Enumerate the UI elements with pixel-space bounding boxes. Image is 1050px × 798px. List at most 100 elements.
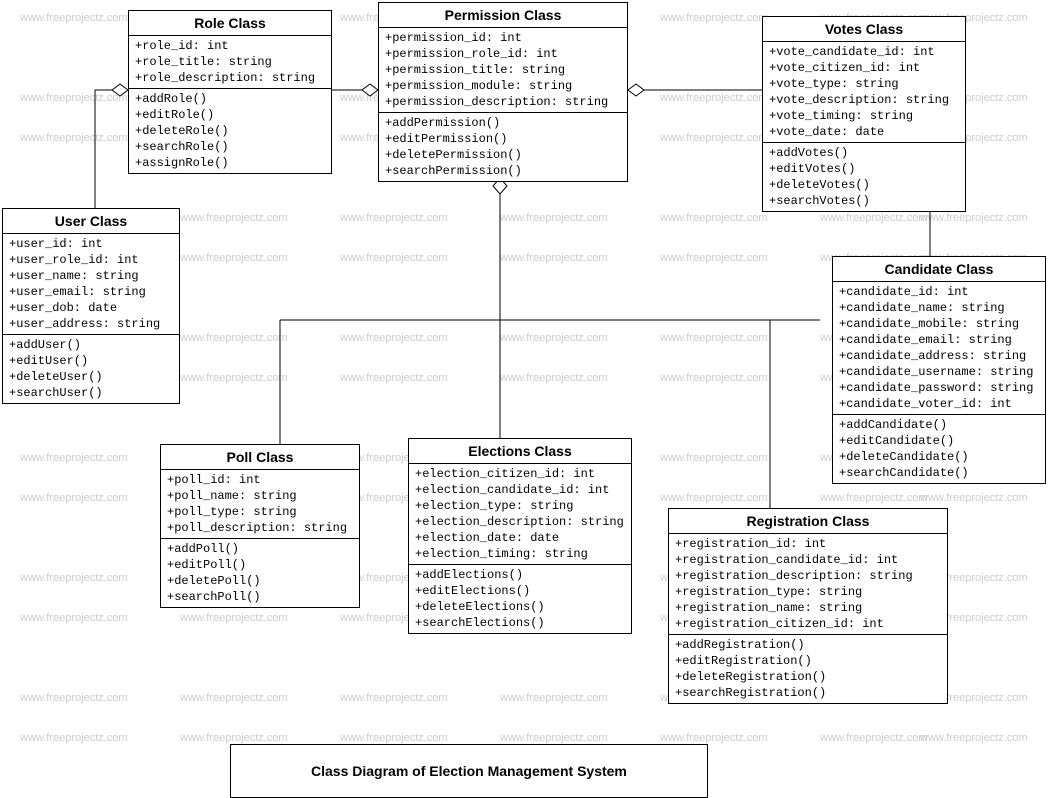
watermark-text: www.freeprojectz.com (820, 492, 928, 504)
class-member: +deletePoll() (167, 573, 353, 589)
class-member: +poll_id: int (167, 472, 353, 488)
watermark-text: www.freeprojectz.com (500, 252, 608, 264)
class-permission: Permission Class +permission_id: int+per… (378, 2, 628, 182)
class-member: +role_title: string (135, 54, 325, 70)
class-member: +user_email: string (9, 284, 173, 300)
watermark-text: www.freeprojectz.com (340, 252, 448, 264)
class-member: +registration_citizen_id: int (675, 616, 941, 632)
watermark-text: www.freeprojectz.com (660, 332, 768, 344)
class-member: +searchRole() (135, 139, 325, 155)
watermark-text: www.freeprojectz.com (20, 732, 128, 744)
diagram-title: Class Diagram of Election Management Sys… (230, 744, 708, 798)
class-member: +editVotes() (769, 161, 959, 177)
watermark-text: www.freeprojectz.com (20, 572, 128, 584)
watermark-text: www.freeprojectz.com (340, 692, 448, 704)
class-ops: +addRole()+editRole()+deleteRole()+searc… (129, 89, 331, 173)
class-member: +role_id: int (135, 38, 325, 54)
class-member: +permission_role_id: int (385, 46, 621, 62)
watermark-text: www.freeprojectz.com (660, 132, 768, 144)
class-registration: Registration Class +registration_id: int… (668, 508, 948, 704)
class-member: +deleteCandidate() (839, 449, 1039, 465)
class-member: +candidate_email: string (839, 332, 1039, 348)
class-member: +election_candidate_id: int (415, 482, 625, 498)
class-member: +vote_candidate_id: int (769, 44, 959, 60)
class-title: Permission Class (379, 3, 627, 28)
class-member: +searchVotes() (769, 193, 959, 209)
class-title: Registration Class (669, 509, 947, 534)
class-title: Elections Class (409, 439, 631, 464)
class-member: +searchRegistration() (675, 685, 941, 701)
class-title: Votes Class (763, 17, 965, 42)
class-member: +deleteRegistration() (675, 669, 941, 685)
class-member: +addPermission() (385, 115, 621, 131)
watermark-text: www.freeprojectz.com (920, 732, 1028, 744)
class-member: +permission_id: int (385, 30, 621, 46)
watermark-text: www.freeprojectz.com (180, 732, 288, 744)
class-member: +searchElections() (415, 615, 625, 631)
class-member: +user_address: string (9, 316, 173, 332)
class-title: User Class (3, 209, 179, 234)
class-member: +poll_name: string (167, 488, 353, 504)
class-member: +candidate_voter_id: int (839, 396, 1039, 412)
class-member: +editRole() (135, 107, 325, 123)
class-ops: +addRegistration()+editRegistration()+de… (669, 635, 947, 703)
class-poll: Poll Class +poll_id: int+poll_name: stri… (160, 444, 360, 608)
class-member: +vote_type: string (769, 76, 959, 92)
watermark-text: www.freeprojectz.com (660, 92, 768, 104)
class-title: Candidate Class (833, 257, 1045, 282)
class-member: +registration_candidate_id: int (675, 552, 941, 568)
class-title: Role Class (129, 11, 331, 36)
class-member: +editPermission() (385, 131, 621, 147)
class-ops: +addCandidate()+editCandidate()+deleteCa… (833, 415, 1045, 483)
class-member: +deleteVotes() (769, 177, 959, 193)
class-member: +candidate_name: string (839, 300, 1039, 316)
class-votes: Votes Class +vote_candidate_id: int+vote… (762, 16, 966, 212)
watermark-text: www.freeprojectz.com (180, 692, 288, 704)
watermark-text: www.freeprojectz.com (500, 372, 608, 384)
class-member: +editRegistration() (675, 653, 941, 669)
watermark-text: www.freeprojectz.com (340, 212, 448, 224)
class-member: +permission_module: string (385, 78, 621, 94)
class-member: +candidate_username: string (839, 364, 1039, 380)
class-member: +candidate_password: string (839, 380, 1039, 396)
class-member: +permission_title: string (385, 62, 621, 78)
class-member: +candidate_id: int (839, 284, 1039, 300)
class-member: +election_timing: string (415, 546, 625, 562)
class-member: +registration_name: string (675, 600, 941, 616)
class-attrs: +election_citizen_id: int+election_candi… (409, 464, 631, 565)
watermark-text: www.freeprojectz.com (820, 732, 928, 744)
watermark-text: www.freeprojectz.com (20, 12, 128, 24)
watermark-text: www.freeprojectz.com (500, 332, 608, 344)
watermark-text: www.freeprojectz.com (660, 12, 768, 24)
class-member: +registration_description: string (675, 568, 941, 584)
class-member: +addVotes() (769, 145, 959, 161)
watermark-text: www.freeprojectz.com (20, 132, 128, 144)
class-member: +deleteUser() (9, 369, 173, 385)
watermark-text: www.freeprojectz.com (920, 212, 1028, 224)
class-member: +searchPoll() (167, 589, 353, 605)
class-attrs: +candidate_id: int+candidate_name: strin… (833, 282, 1045, 415)
class-member: +election_type: string (415, 498, 625, 514)
class-ops: +addPoll()+editPoll()+deletePoll()+searc… (161, 539, 359, 607)
class-member: +addElections() (415, 567, 625, 583)
watermark-text: www.freeprojectz.com (180, 612, 288, 624)
class-member: +election_date: date (415, 530, 625, 546)
class-elections: Elections Class +election_citizen_id: in… (408, 438, 632, 634)
class-member: +user_name: string (9, 268, 173, 284)
class-member: +assignRole() (135, 155, 325, 171)
class-role: Role Class +role_id: int+role_title: str… (128, 10, 332, 174)
watermark-text: www.freeprojectz.com (340, 732, 448, 744)
watermark-text: www.freeprojectz.com (660, 452, 768, 464)
watermark-text: www.freeprojectz.com (500, 692, 608, 704)
class-member: +vote_citizen_id: int (769, 60, 959, 76)
class-member: +candidate_address: string (839, 348, 1039, 364)
watermark-text: www.freeprojectz.com (660, 212, 768, 224)
class-member: +registration_id: int (675, 536, 941, 552)
class-member: +editElections() (415, 583, 625, 599)
class-candidate: Candidate Class +candidate_id: int+candi… (832, 256, 1046, 484)
watermark-text: www.freeprojectz.com (500, 732, 608, 744)
watermark-text: www.freeprojectz.com (660, 732, 768, 744)
class-attrs: +poll_id: int+poll_name: string+poll_typ… (161, 470, 359, 539)
class-member: +user_role_id: int (9, 252, 173, 268)
class-member: +deleteRole() (135, 123, 325, 139)
